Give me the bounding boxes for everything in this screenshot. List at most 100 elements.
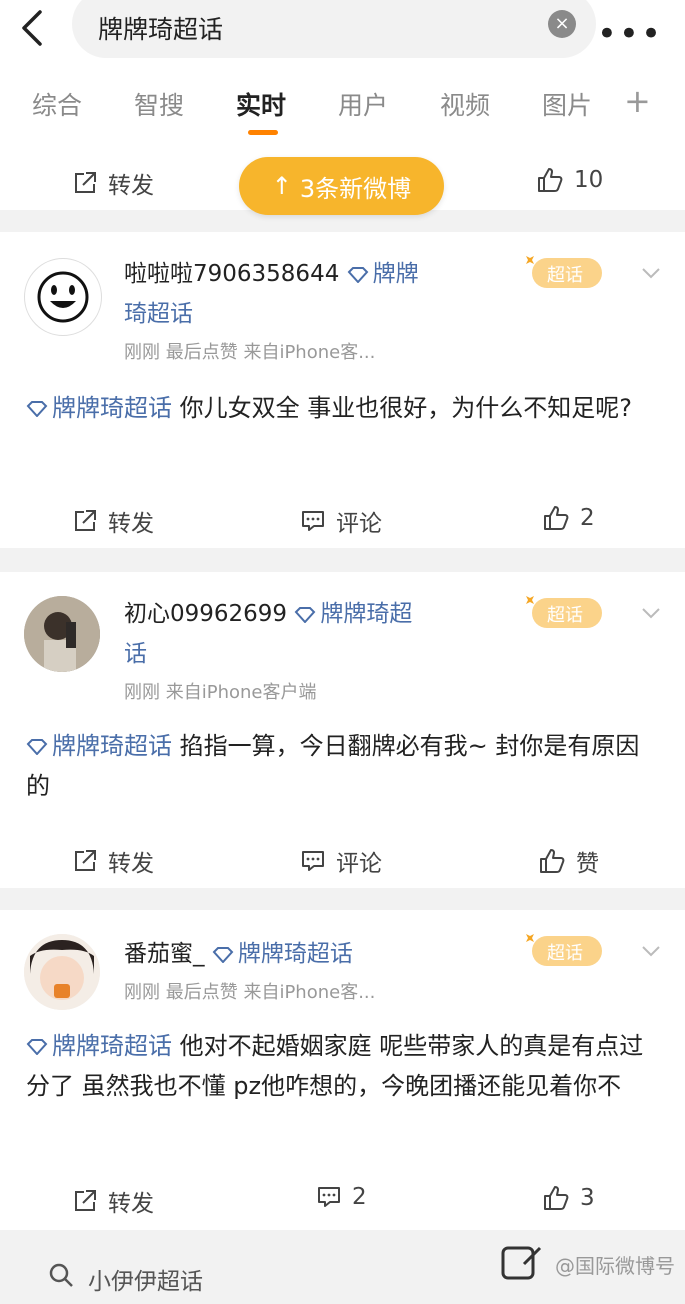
avatar[interactable] xyxy=(24,934,100,1010)
tab-realtime[interactable]: 实时 xyxy=(236,86,286,122)
post-body: 牌牌琦超话 他对不起婚姻家庭 呢些带家人的真是有点过分了 虽然我也不懂 pz他咋… xyxy=(26,1026,661,1106)
repost-icon xyxy=(75,1190,96,1211)
add-tab-icon[interactable]: + xyxy=(624,82,651,120)
avatar[interactable] xyxy=(24,258,102,336)
like-button[interactable]: 3 xyxy=(542,1184,595,1212)
post-card: 初心09962699 牌牌琦超话 刚刚 来自iPhone客户端 超话 牌牌琦超话… xyxy=(0,572,685,888)
repost-icon xyxy=(75,510,96,531)
repost-button[interactable]: 转发 xyxy=(72,844,154,878)
diamond-icon xyxy=(26,739,48,755)
comment-button[interactable]: 评论 xyxy=(300,844,382,878)
comment-icon xyxy=(302,511,324,531)
post-card: 啦啦啦7906358644 牌牌 琦超话 刚刚 最后点赞 来自iPhone客...… xyxy=(0,232,685,548)
clear-icon[interactable]: × xyxy=(548,10,576,38)
chevron-down-icon[interactable] xyxy=(640,602,662,624)
like-icon xyxy=(544,506,569,530)
comment-button[interactable]: 2 xyxy=(316,1184,367,1210)
post-topic-text: 牌牌琦超话 xyxy=(52,732,172,760)
avatar[interactable] xyxy=(24,596,100,672)
compose-icon[interactable] xyxy=(500,1244,544,1280)
like-count: 2 xyxy=(580,505,595,531)
tab-comprehensive[interactable]: 综合 xyxy=(32,86,82,122)
chevron-down-icon[interactable] xyxy=(640,262,662,284)
like-button[interactable]: 2 xyxy=(542,504,595,532)
comment-label: 评论 xyxy=(336,851,382,877)
super-topic-badge[interactable]: 超话 xyxy=(522,926,606,970)
like-icon xyxy=(540,849,565,873)
comment-count: 2 xyxy=(352,1184,367,1210)
like-button[interactable]: 赞 xyxy=(538,844,599,878)
like-button[interactable]: 10 xyxy=(536,166,603,194)
tab-video[interactable]: 视频 xyxy=(440,86,490,122)
chevron-down-icon[interactable] xyxy=(640,940,662,962)
super-topic-badge[interactable]: 超话 xyxy=(522,248,606,292)
diamond-icon xyxy=(347,266,369,283)
search-bar[interactable]: 牌牌琦超话 × xyxy=(72,0,596,58)
author-name[interactable]: 番茄蜜_ xyxy=(124,941,205,967)
watermark: @国际微博号 xyxy=(555,1254,675,1278)
photo-avatar-icon xyxy=(24,596,100,672)
post-body: 牌牌琦超话 掐指一算，今日翻牌必有我~ 封你是有原因的 xyxy=(26,726,661,806)
tab-bar: 综合 智搜 实时 用户 视频 图片 + xyxy=(0,82,685,136)
repost-button[interactable]: 转发 xyxy=(72,504,154,538)
post-topic-link[interactable]: 牌牌琦超话 xyxy=(26,1032,172,1060)
repost-label: 转发 xyxy=(108,511,154,537)
bottom-search-text: 小伊伊超话 xyxy=(88,1269,203,1295)
diamond-icon xyxy=(212,946,234,963)
diamond-icon xyxy=(26,401,48,417)
active-tab-indicator xyxy=(248,130,278,135)
author-name[interactable]: 初心09962699 xyxy=(124,601,287,627)
tab-users[interactable]: 用户 xyxy=(338,86,388,122)
super-topic-badge-text: 超话 xyxy=(547,943,583,964)
top-bar: 牌牌琦超话 × ••• 综合 智搜 实时 用户 视频 图片 + xyxy=(0,0,685,150)
repost-label: 转发 xyxy=(108,851,154,877)
repost-button[interactable]: 转发 xyxy=(72,166,154,200)
repost-icon xyxy=(75,850,96,871)
arrow-up-icon: ↑ xyxy=(271,172,292,200)
super-topic-badge-icon: 超话 xyxy=(526,256,602,288)
post-topic-link[interactable]: 牌牌琦超话 xyxy=(26,732,172,760)
author-topic-text: 牌牌琦超 xyxy=(320,601,413,627)
comment-icon xyxy=(318,1187,340,1207)
post-author[interactable]: 初心09962699 牌牌琦超话 xyxy=(124,594,484,674)
post-author[interactable]: 番茄蜜_ 牌牌琦超话 xyxy=(124,934,524,974)
like-count: 10 xyxy=(574,167,604,193)
post-topic-text: 牌牌琦超话 xyxy=(52,1032,172,1060)
author-topic-text: 牌牌琦超话 xyxy=(237,941,353,967)
comment-icon xyxy=(302,851,324,871)
diamond-icon xyxy=(26,1039,48,1055)
tab-images[interactable]: 图片 xyxy=(542,86,592,122)
post-author[interactable]: 啦啦啦7906358644 牌牌 琦超话 xyxy=(124,254,484,334)
like-label: 赞 xyxy=(576,851,599,877)
repost-button[interactable]: 转发 xyxy=(72,1184,154,1218)
search-input[interactable]: 牌牌琦超话 xyxy=(98,10,223,46)
author-topic-text: 牌牌 xyxy=(372,261,419,287)
tab-smart-search[interactable]: 智搜 xyxy=(134,86,184,122)
post-topic-text: 牌牌琦超话 xyxy=(52,394,172,422)
more-icon[interactable]: ••• xyxy=(597,14,663,54)
diamond-icon xyxy=(295,606,316,623)
comment-label: 评论 xyxy=(336,511,382,537)
post-meta: 刚刚 最后点赞 来自iPhone客... xyxy=(124,982,376,1003)
post-meta: 刚刚 最后点赞 来自iPhone客... xyxy=(124,342,376,363)
bottom-search-bar[interactable]: 小伊伊超话 xyxy=(24,1244,444,1304)
smiley-avatar-icon xyxy=(37,271,89,323)
super-topic-badge[interactable]: 超话 xyxy=(522,588,606,632)
comment-button[interactable]: 评论 xyxy=(300,504,382,538)
post-card: 番茄蜜_ 牌牌琦超话 刚刚 最后点赞 来自iPhone客... 超话 牌牌琦超话… xyxy=(0,910,685,1230)
post-text: 你儿女双全 事业也很好，为什么不知足呢? xyxy=(179,394,633,422)
new-posts-banner[interactable]: ↑ 3条新微博 xyxy=(239,157,444,215)
back-icon[interactable] xyxy=(14,6,54,46)
repost-icon xyxy=(75,172,96,193)
super-topic-badge-icon: 超话 xyxy=(526,934,602,966)
photo-avatar-icon xyxy=(24,934,100,1010)
search-icon xyxy=(49,1263,73,1287)
like-icon xyxy=(544,1186,569,1210)
like-count: 3 xyxy=(580,1185,595,1211)
author-topic-link[interactable]: 牌牌琦超话 xyxy=(212,941,353,967)
post-topic-link[interactable]: 牌牌琦超话 xyxy=(26,394,172,422)
new-posts-label: 3条新微博 xyxy=(299,174,412,203)
super-topic-badge-icon: 超话 xyxy=(526,596,602,628)
like-icon xyxy=(538,168,563,192)
author-name[interactable]: 啦啦啦7906358644 xyxy=(124,261,339,287)
